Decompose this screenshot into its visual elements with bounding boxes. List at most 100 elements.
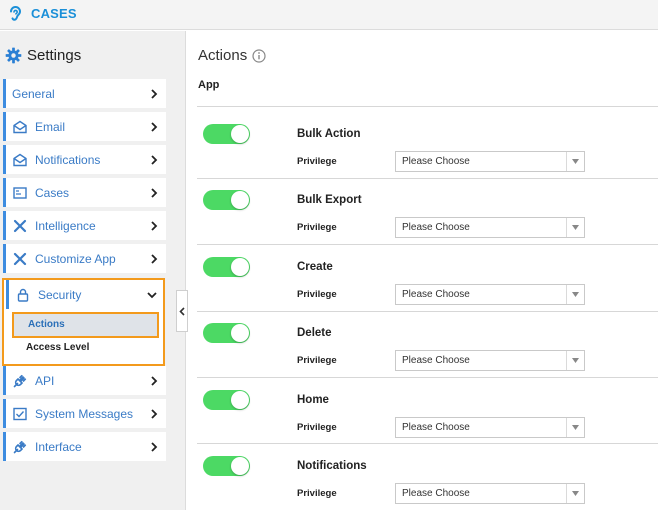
chevron-right-icon (151, 88, 158, 99)
sidebar-item-label: Interface (35, 439, 82, 454)
tools-icon (13, 219, 27, 232)
toggle-knob (231, 457, 249, 475)
divider (197, 377, 658, 378)
action-row-delete: Delete Privilege Please Choose (187, 313, 658, 379)
privilege-select[interactable]: Please Choose (395, 417, 585, 438)
sidebar-item-interface[interactable]: Interface (3, 432, 166, 461)
privilege-label: Privilege (297, 422, 337, 433)
sidebar-title: Settings (5, 47, 81, 64)
chevron-down-icon (147, 291, 157, 298)
action-name: Notifications (297, 460, 367, 472)
action-name: Create (297, 261, 333, 273)
divider (197, 311, 658, 312)
chevron-right-icon (151, 375, 158, 386)
divider (197, 106, 658, 107)
caret-down-icon (566, 285, 584, 304)
ear-icon (10, 6, 22, 21)
sidebar-item-label: General (12, 86, 55, 101)
action-row-bulk-action: Bulk Action Privilege Please Choose (187, 114, 658, 180)
sidebar-item-general[interactable]: General (3, 79, 166, 108)
privilege-label: Privilege (297, 488, 337, 499)
select-value: Please Choose (402, 422, 470, 433)
caret-down-icon (566, 351, 584, 370)
lock-icon (17, 288, 29, 302)
privilege-label: Privilege (297, 289, 337, 300)
sidebar-item-system-messages[interactable]: System Messages (3, 399, 166, 428)
toggle-knob (231, 191, 249, 209)
divider (197, 178, 658, 179)
sidebar-item-label: API (35, 373, 55, 388)
sidebar-subitem-access-level[interactable]: Access Level (26, 342, 89, 353)
action-row-bulk-export: Bulk Export Privilege Please Choose (187, 180, 658, 246)
privilege-select[interactable]: Please Choose (395, 151, 585, 172)
action-row-home: Home Privilege Please Choose (187, 380, 658, 446)
action-name: Bulk Export (297, 194, 362, 206)
brand-name: CASES (31, 6, 77, 21)
info-icon[interactable] (252, 48, 266, 63)
plug-icon (13, 440, 27, 453)
section-label: App (198, 79, 220, 91)
chevron-left-icon (179, 306, 185, 316)
enable-toggle[interactable] (203, 323, 250, 343)
chevron-right-icon (151, 154, 158, 165)
divider (197, 443, 658, 444)
chevron-right-icon (151, 408, 158, 419)
sidebar-item-label: Security (38, 287, 82, 302)
sidebar-item-label: Customize App (35, 251, 116, 266)
sidebar-subitem-actions[interactable]: Actions (12, 312, 159, 338)
sidebar-item-label: Email (35, 119, 66, 134)
select-value: Please Choose (402, 355, 470, 366)
privilege-label: Privilege (297, 355, 337, 366)
toggle-knob (231, 258, 249, 276)
sidebar-item-cases[interactable]: Cases (3, 178, 166, 207)
cases-icon (13, 186, 27, 199)
action-name: Bulk Action (297, 128, 361, 140)
privilege-select[interactable]: Please Choose (395, 284, 585, 305)
toggle-knob (231, 125, 249, 143)
sidebar-item-label: System Messages (35, 406, 134, 421)
privilege-label: Privilege (297, 156, 337, 167)
brand-logo[interactable]: CASES (5, 4, 77, 24)
chevron-right-icon (151, 441, 158, 452)
main-content: Actions App Bulk Action Privilege Please… (187, 31, 658, 510)
chevron-right-icon (151, 253, 158, 264)
sidebar-item-customize-app[interactable]: Customize App (3, 244, 166, 273)
envelope-open-icon (13, 153, 27, 166)
privilege-select[interactable]: Please Choose (395, 217, 585, 238)
select-value: Please Choose (402, 289, 470, 300)
select-value: Please Choose (402, 156, 470, 167)
action-name: Delete (297, 327, 332, 339)
caret-down-icon (566, 484, 584, 503)
page-title: Actions (198, 47, 266, 64)
sidebar-item-email[interactable]: Email (3, 112, 166, 141)
envelope-icon (13, 120, 27, 133)
sidebar-item-security[interactable]: Security (6, 280, 163, 309)
enable-toggle[interactable] (203, 390, 250, 410)
enable-toggle[interactable] (203, 257, 250, 277)
enable-toggle[interactable] (203, 456, 250, 476)
chevron-right-icon (151, 187, 158, 198)
privilege-select[interactable]: Please Choose (395, 350, 585, 371)
sidebar-group-security: Security Actions Access Level (2, 278, 165, 366)
sidebar-item-label: Intelligence (35, 218, 96, 233)
enable-toggle[interactable] (203, 124, 250, 144)
sidebar-item-api[interactable]: API (3, 366, 166, 395)
sidebar-item-intelligence[interactable]: Intelligence (3, 211, 166, 240)
action-row-notifications: Notifications Privilege Please Choose (187, 446, 658, 512)
divider (197, 244, 658, 245)
sidebar-item-notifications[interactable]: Notifications (3, 145, 166, 174)
caret-down-icon (566, 218, 584, 237)
enable-toggle[interactable] (203, 190, 250, 210)
sidebar-item-label: Cases (35, 185, 70, 200)
toggle-knob (231, 391, 249, 409)
privilege-label: Privilege (297, 222, 337, 233)
toggle-knob (231, 324, 249, 342)
top-bar: CASES (0, 0, 658, 30)
plug-icon (13, 374, 27, 387)
select-value: Please Choose (402, 488, 470, 499)
privilege-select[interactable]: Please Choose (395, 483, 585, 504)
sidebar-item-label: Notifications (35, 152, 101, 167)
select-value: Please Choose (402, 222, 470, 233)
caret-down-icon (566, 418, 584, 437)
action-name: Home (297, 394, 329, 406)
